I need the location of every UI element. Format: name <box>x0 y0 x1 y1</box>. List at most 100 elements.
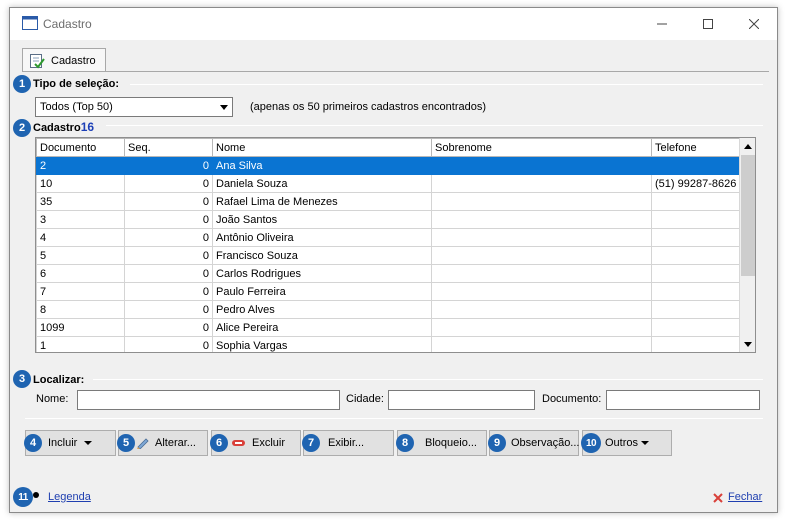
column-header-documento[interactable]: Documento <box>36 138 125 157</box>
cell-seq: 0 <box>124 174 213 193</box>
cell-sobrenome <box>431 246 652 265</box>
table-row[interactable]: 3 0 João Santos <box>36 210 741 229</box>
cell-nome: Daniela Souza <box>212 174 432 193</box>
cell-documento: 2 <box>36 156 125 175</box>
scroll-up-button[interactable] <box>740 138 755 154</box>
title-bar: Cadastro <box>10 8 777 40</box>
delete-button[interactable]: 6 Excluir <box>210 430 301 456</box>
x-icon <box>713 493 723 503</box>
cell-documento: 6 <box>36 264 125 283</box>
cell-documento: 7 <box>36 282 125 301</box>
records-table: Documento Seq. Nome Sobrenome Telefone 2… <box>36 138 741 352</box>
cell-telefone <box>651 318 741 337</box>
close-link[interactable]: Fechar <box>728 491 762 503</box>
minimize-button[interactable] <box>639 8 685 40</box>
caret-down-icon <box>84 441 92 445</box>
table-row[interactable]: 7 0 Paulo Ferreira <box>36 282 741 301</box>
cell-sobrenome <box>431 318 652 337</box>
table-row[interactable]: 10 0 Daniela Souza (51) 99287-8626 <box>36 174 741 193</box>
delete-label: Excluir <box>252 437 286 449</box>
others-button[interactable]: 10 Outros <box>581 430 672 456</box>
table-row[interactable]: 6 0 Carlos Rodrigues <box>36 264 741 283</box>
include-button[interactable]: 4 Incluir <box>24 430 116 456</box>
alter-button[interactable]: 5 Alterar... <box>117 430 208 456</box>
cell-nome: Carlos Rodrigues <box>212 264 432 283</box>
cell-documento: 10 <box>36 174 125 193</box>
table-row[interactable]: 1099 0 Alice Pereira <box>36 318 741 337</box>
cell-telefone <box>651 264 741 283</box>
table-row[interactable]: 35 0 Rafael Lima de Menezes <box>36 192 741 211</box>
cell-documento: 4 <box>36 228 125 247</box>
city-input[interactable] <box>388 390 535 410</box>
cell-seq: 0 <box>124 192 213 211</box>
step-badge-8: 8 <box>396 434 414 452</box>
step-badge-6: 6 <box>210 434 228 452</box>
cell-telefone <box>651 228 741 247</box>
cadastro-window: Cadastro Cadastro 1 Tipo de seleção: Tod… <box>9 7 778 513</box>
cell-telefone <box>651 156 741 175</box>
cell-nome: João Santos <box>212 210 432 229</box>
scroll-thumb[interactable] <box>741 155 755 276</box>
cell-seq: 0 <box>124 282 213 301</box>
cell-telefone <box>651 210 741 229</box>
search-title: Localizar: <box>33 374 85 386</box>
cell-nome: Antônio Oliveira <box>212 228 432 247</box>
cell-sobrenome <box>431 336 652 352</box>
observation-button[interactable]: 9 Observação... <box>488 430 579 456</box>
step-badge-9: 9 <box>488 434 506 452</box>
scroll-down-button[interactable] <box>740 336 755 352</box>
caret-down-icon <box>641 441 649 445</box>
show-button[interactable]: 7 Exibir... <box>302 430 394 456</box>
chevron-down-icon <box>220 105 228 110</box>
block-label: Bloqueio... <box>425 437 477 449</box>
table-row[interactable]: 4 0 Antônio Oliveira <box>36 228 741 247</box>
cell-telefone: (51) 99287-8626 <box>651 174 741 193</box>
document-input[interactable] <box>606 390 760 410</box>
table-row[interactable]: 1 0 Sophia Vargas <box>36 336 741 352</box>
cell-documento: 8 <box>36 300 125 319</box>
selection-type-dropdown[interactable]: Todos (Top 50) <box>35 97 233 117</box>
table-row[interactable]: 8 0 Pedro Alves <box>36 300 741 319</box>
cell-sobrenome <box>431 156 652 175</box>
cell-sobrenome <box>431 210 652 229</box>
records-count: 16 <box>80 120 95 134</box>
column-header-nome[interactable]: Nome <box>212 138 432 157</box>
cell-seq: 0 <box>124 336 213 352</box>
show-label: Exibir... <box>328 437 365 449</box>
table-row[interactable]: 5 0 Francisco Souza <box>36 246 741 265</box>
tab-cadastro[interactable]: Cadastro <box>22 48 106 72</box>
name-input[interactable] <box>77 390 340 410</box>
column-header-seq[interactable]: Seq. <box>124 138 213 157</box>
legend-link[interactable]: Legenda <box>48 491 91 503</box>
cell-sobrenome <box>431 264 652 283</box>
vertical-scrollbar[interactable] <box>739 138 755 352</box>
block-button[interactable]: 8 Bloqueio... <box>396 430 487 456</box>
cell-telefone <box>651 336 741 352</box>
tab-label: Cadastro <box>51 54 96 67</box>
section-divider <box>106 125 763 126</box>
table-row[interactable]: 2 0 Ana Silva <box>36 156 741 175</box>
column-header-sobrenome[interactable]: Sobrenome <box>431 138 652 157</box>
cell-nome: Alice Pereira <box>212 318 432 337</box>
cell-nome: Paulo Ferreira <box>212 282 432 301</box>
cell-seq: 0 <box>124 156 213 175</box>
column-header-telefone[interactable]: Telefone <box>651 138 741 157</box>
arrow-up-icon <box>744 143 752 149</box>
close-window-button[interactable] <box>731 8 777 40</box>
step-badge-4: 4 <box>24 434 42 452</box>
city-label: Cidade: <box>346 393 384 405</box>
maximize-button[interactable] <box>685 8 731 40</box>
cell-documento: 5 <box>36 246 125 265</box>
document-label: Documento: <box>542 393 602 405</box>
records-grid[interactable]: Documento Seq. Nome Sobrenome Telefone 2… <box>35 137 756 353</box>
step-badge-7: 7 <box>302 434 320 452</box>
selection-type-value: Todos (Top 50) <box>40 101 113 113</box>
window-title: Cadastro <box>43 17 92 31</box>
selection-note: (apenas os 50 primeiros cadastros encont… <box>250 101 487 113</box>
cell-nome: Pedro Alves <box>212 300 432 319</box>
cell-telefone <box>651 300 741 319</box>
minimize-icon <box>657 23 667 25</box>
arrow-down-icon <box>744 341 752 347</box>
checklist-icon <box>30 53 45 69</box>
section-divider <box>25 418 763 419</box>
